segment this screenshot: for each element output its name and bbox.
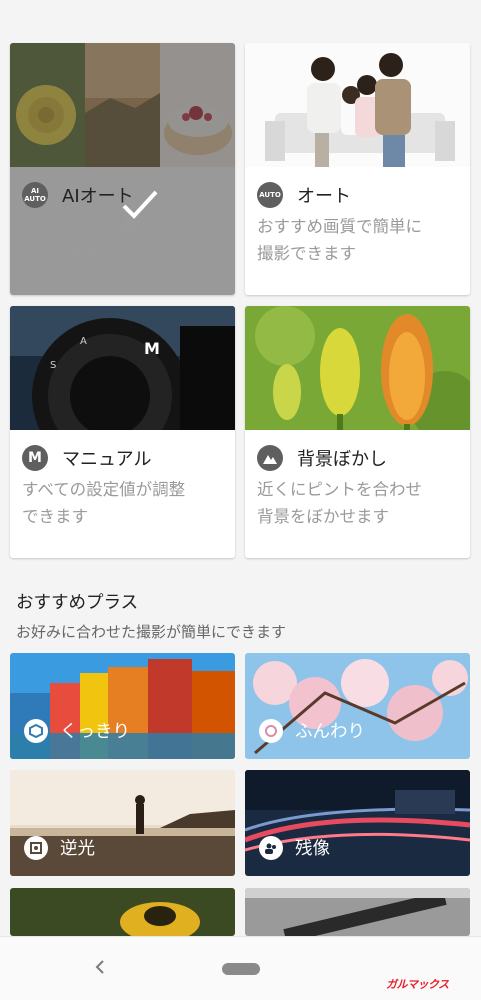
auto-thumbnail xyxy=(245,43,470,167)
mode-title: オート xyxy=(297,186,351,207)
plus-label: 残像 xyxy=(295,839,330,859)
plus-card-backlight[interactable]: 逆光 xyxy=(10,770,235,876)
vivid-thumbnail xyxy=(10,653,235,759)
mode-title: 背景ぼかし xyxy=(297,449,387,470)
back-icon[interactable] xyxy=(90,955,110,979)
plus-label: 逆光 xyxy=(60,839,95,859)
ai-auto-icon: AI AUTO xyxy=(22,182,48,208)
plus-card-soft[interactable]: ふんわり xyxy=(245,653,470,759)
mode-card-ai-auto[interactable]: AI AUTO AIオート AIが被写体に最適なモ ードで調整します xyxy=(10,43,235,295)
mode-description: おすすめ画質で簡単に 撮影できます xyxy=(257,217,422,263)
bee-thumbnail xyxy=(10,888,235,936)
plus-card-partial-right[interactable] xyxy=(245,888,470,936)
plus-card-partial-left[interactable] xyxy=(10,888,235,936)
section-title: おすすめプラス xyxy=(16,593,139,613)
mode-description: 近くにピントを合わせ 背景をぼかせます xyxy=(257,480,422,526)
manual-icon: M xyxy=(22,445,48,471)
bokeh-icon xyxy=(257,445,283,471)
bokeh-thumbnail xyxy=(245,306,470,430)
plus-label: ふんわり xyxy=(295,722,365,742)
monochrome-thumbnail xyxy=(245,888,470,936)
plus-label: くっきり xyxy=(60,722,130,742)
home-pill-button[interactable] xyxy=(222,963,260,975)
mode-card-manual[interactable]: M S A M マニュアル すべての設定値が調整 できます xyxy=(10,306,235,558)
plus-card-afterimage[interactable]: 残像 xyxy=(245,770,470,876)
people-icon xyxy=(259,835,283,860)
backlight-icon xyxy=(24,835,48,860)
mode-description: すべての設定値が調整 できます xyxy=(22,480,186,526)
svg-text:M: M xyxy=(144,339,160,358)
mode-title: マニュアル xyxy=(62,449,152,470)
soft-thumbnail xyxy=(245,653,470,759)
section-subtitle: お好みに合わせた撮影が簡単にできます xyxy=(16,623,287,641)
hexagon-icon xyxy=(24,718,48,743)
ai-auto-thumbnail xyxy=(10,43,235,167)
manual-thumbnail: M S A xyxy=(10,306,235,430)
svg-text:A: A xyxy=(80,336,87,347)
mode-card-bokeh[interactable]: 背景ぼかし 近くにピントを合わせ 背景をぼかせます xyxy=(245,306,470,558)
backlight-thumbnail xyxy=(10,770,235,876)
svg-text:S: S xyxy=(50,360,56,371)
plus-card-vivid[interactable]: くっきり xyxy=(10,653,235,759)
checkmark-icon xyxy=(122,190,158,219)
mode-card-auto[interactable]: AUTO オート おすすめ画質で簡単に 撮影できます xyxy=(245,43,470,295)
afterimage-thumbnail xyxy=(245,770,470,876)
watermark: ガルマックス xyxy=(386,978,449,991)
flower-icon xyxy=(259,718,283,743)
auto-icon: AUTO xyxy=(257,182,283,208)
